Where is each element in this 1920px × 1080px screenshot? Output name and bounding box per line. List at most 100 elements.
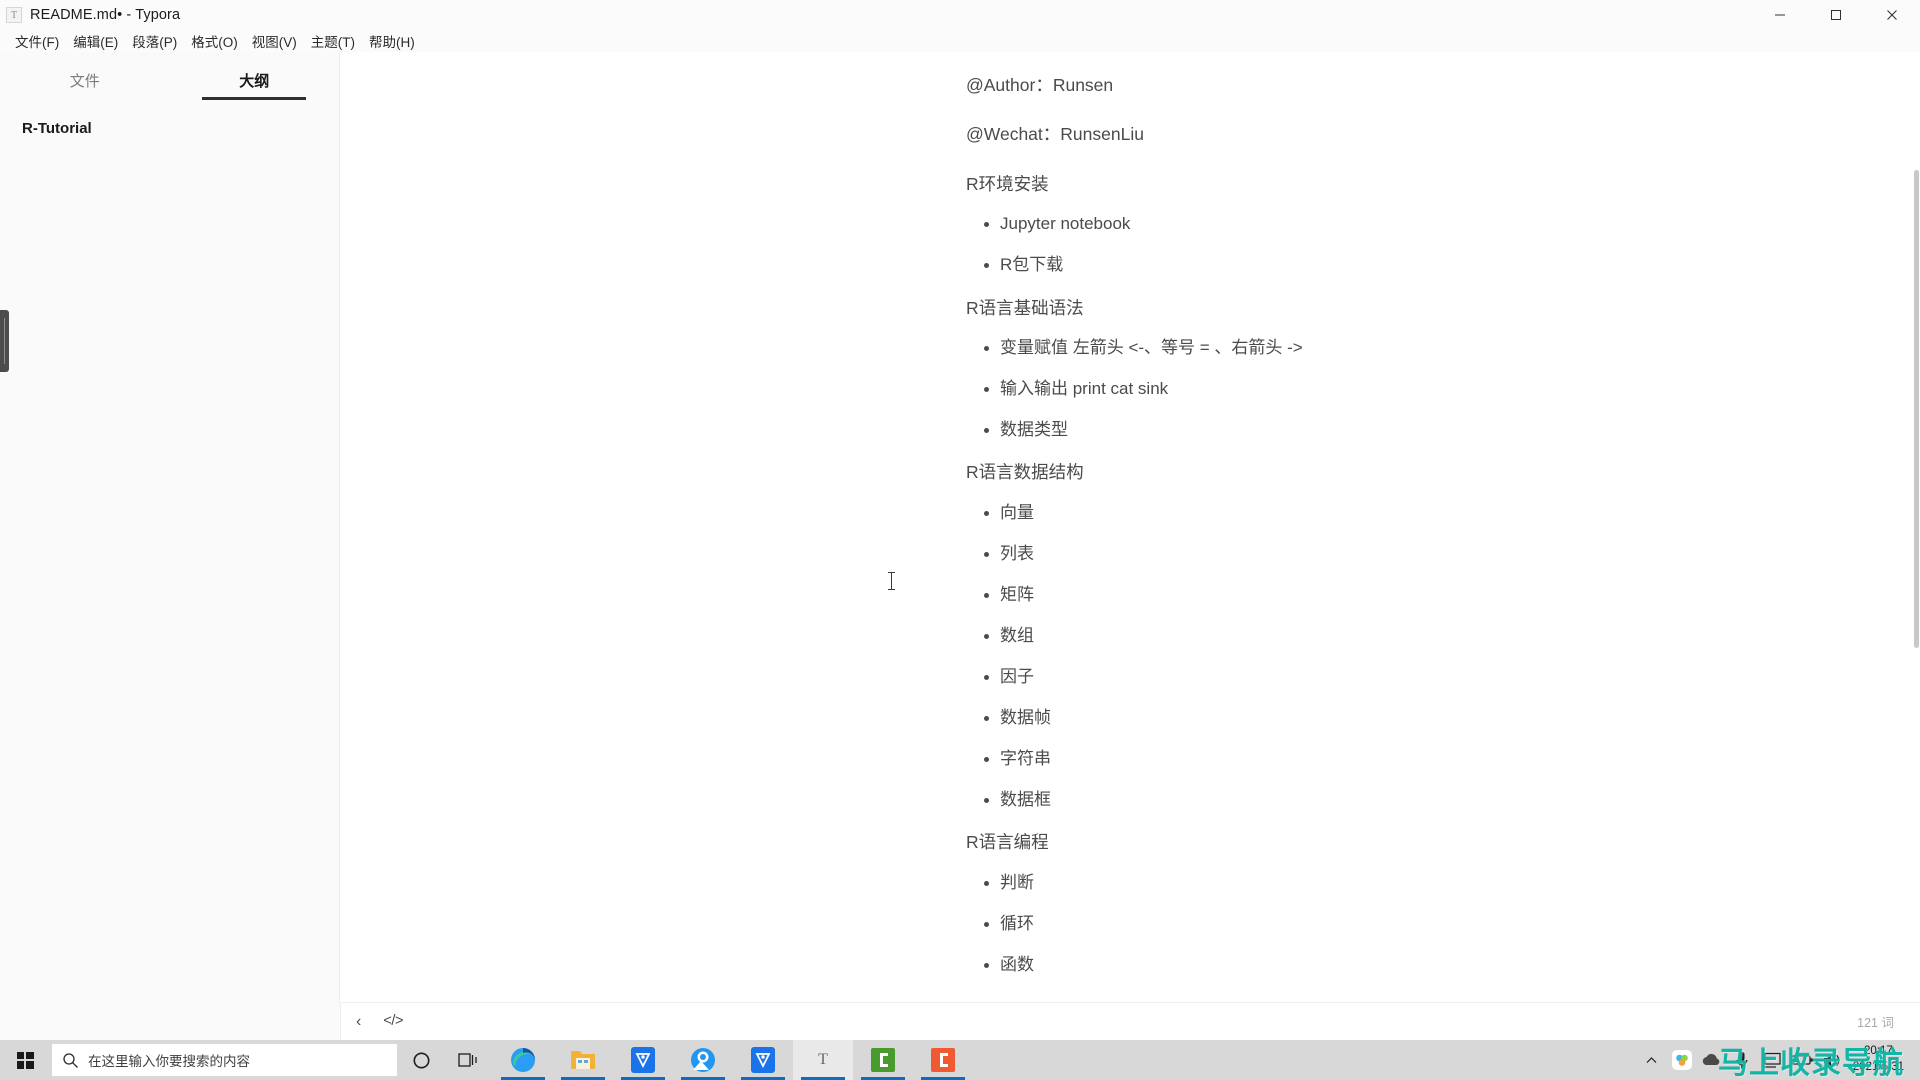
shield-app-icon bbox=[631, 1047, 655, 1073]
windows-logo-icon bbox=[16, 1051, 34, 1069]
list-item: 输入输出 print cat sink bbox=[966, 378, 1920, 400]
taskbar-app-typora[interactable]: T bbox=[793, 1040, 853, 1080]
paragraph-r-programming: R语言编程 bbox=[966, 832, 1049, 853]
close-button[interactable] bbox=[1864, 0, 1920, 30]
list-item: Jupyter notebook bbox=[966, 213, 1920, 235]
word-count[interactable]: 121 词 bbox=[1857, 1012, 1920, 1031]
tab-outline[interactable]: 大纲 bbox=[170, 70, 340, 100]
onedrive-tray-button[interactable] bbox=[1697, 1040, 1727, 1080]
sidebar-toggle-button[interactable]: ‹ bbox=[356, 1013, 361, 1030]
list-r-data-structures: 向量 列表 矩阵 数组 因子 数据帧 字符串 数据框 bbox=[966, 502, 1920, 812]
microphone-tray-button[interactable] bbox=[1727, 1040, 1757, 1080]
editor-area[interactable]: @Author：Runsen @Wechat：RunsenLiu R环境安装 J… bbox=[341, 52, 1920, 1002]
list-item: 列表 bbox=[966, 543, 1920, 565]
list-item: 向量 bbox=[966, 502, 1920, 524]
task-view-icon bbox=[458, 1053, 477, 1067]
menu-edit[interactable]: 编辑(E) bbox=[66, 29, 125, 53]
status-bar-left: ‹ </> bbox=[341, 1013, 403, 1030]
list-item: 数据类型 bbox=[966, 419, 1920, 441]
taskbar-app-shield-2[interactable] bbox=[733, 1040, 793, 1080]
list-item: 字符串 bbox=[966, 748, 1920, 770]
maximize-button[interactable] bbox=[1808, 0, 1864, 30]
cloud-sync-icon bbox=[1671, 1050, 1692, 1070]
typora-window: T README.md• - Typora 文件(F) 编辑(E) 段落(P) … bbox=[0, 0, 1920, 1080]
orange-app-icon bbox=[931, 1048, 955, 1072]
menu-bar: 文件(F) 编辑(E) 段落(P) 格式(O) 视图(V) 主题(T) 帮助(H… bbox=[0, 30, 1920, 52]
tab-files[interactable]: 文件 bbox=[0, 70, 170, 100]
onedrive-icon bbox=[1702, 1053, 1720, 1065]
taskbar-app-file-explorer[interactable] bbox=[553, 1040, 613, 1080]
paragraph-r-data-structures: R语言数据结构 bbox=[966, 462, 1084, 483]
taskbar-app-edge[interactable] bbox=[493, 1040, 553, 1080]
edge-icon bbox=[511, 1048, 535, 1072]
paragraph-author: @Author：Runsen bbox=[966, 75, 1114, 95]
document-content[interactable]: @Author：Runsen @Wechat：RunsenLiu R环境安装 J… bbox=[966, 74, 1920, 996]
paragraph-r-basic-syntax: R语言基础语法 bbox=[966, 297, 1084, 318]
minimize-icon bbox=[1775, 14, 1785, 16]
show-hidden-icons-button[interactable] bbox=[1637, 1040, 1667, 1080]
title-bar: T README.md• - Typora bbox=[0, 0, 1920, 30]
system-tray: 20:17 2021/5/31 bbox=[1637, 1040, 1920, 1080]
chevron-up-icon bbox=[1646, 1056, 1657, 1063]
menu-view[interactable]: 视图(V) bbox=[245, 29, 304, 53]
clock-time: 20:17 bbox=[1864, 1045, 1893, 1058]
editor-scrollbar-track[interactable] bbox=[1913, 52, 1920, 1002]
list-item: 函数 bbox=[966, 954, 1920, 976]
paragraph-r-env-install: R环境安装 bbox=[966, 173, 1049, 194]
paragraph-wechat: @Wechat：RunsenLiu bbox=[966, 124, 1144, 145]
sidebar-tabs: 文件 大纲 bbox=[0, 52, 339, 100]
battery-icon bbox=[1791, 1055, 1813, 1065]
microphone-icon bbox=[1736, 1051, 1748, 1068]
list-item: 数据帧 bbox=[966, 707, 1920, 729]
list-item: R包下载 bbox=[966, 254, 1920, 276]
menu-help[interactable]: 帮助(H) bbox=[362, 29, 422, 53]
outline-list: R-Tutorial bbox=[0, 100, 339, 142]
file-explorer-icon bbox=[571, 1051, 595, 1069]
display-icon bbox=[1762, 1052, 1781, 1068]
browser-app-icon bbox=[691, 1048, 715, 1072]
taskbar-clock[interactable]: 20:17 2021/5/31 bbox=[1847, 1040, 1914, 1080]
cortana-circle-icon bbox=[413, 1052, 429, 1068]
task-view-button[interactable] bbox=[445, 1040, 493, 1080]
green-app-icon bbox=[871, 1048, 895, 1072]
outline-item-r-tutorial[interactable]: R-Tutorial bbox=[22, 116, 339, 142]
display-tray-button[interactable] bbox=[1757, 1040, 1787, 1080]
taskbar-app-browser[interactable] bbox=[673, 1040, 733, 1080]
typora-icon: T bbox=[818, 1051, 828, 1068]
list-item: 变量赋值 左箭头 <-、等号 = 、右箭头 -> bbox=[966, 337, 1920, 359]
source-code-toggle-button[interactable]: </> bbox=[383, 1014, 403, 1029]
window-title: README.md• - Typora bbox=[30, 7, 181, 23]
clock-date: 2021/5/31 bbox=[1852, 1061, 1904, 1073]
list-item: 数据框 bbox=[966, 789, 1920, 811]
sidebar-resize-grip bbox=[4, 318, 5, 364]
editor-scrollbar-thumb[interactable] bbox=[1914, 170, 1919, 648]
app-icon: T bbox=[6, 7, 22, 23]
list-item: 因子 bbox=[966, 666, 1920, 688]
volume-tray-button[interactable] bbox=[1817, 1040, 1847, 1080]
menu-theme[interactable]: 主题(T) bbox=[304, 29, 362, 53]
list-r-env-install: Jupyter notebook R包下载 bbox=[966, 213, 1920, 276]
list-item: 循环 bbox=[966, 913, 1920, 935]
taskbar-app-shield[interactable] bbox=[613, 1040, 673, 1080]
taskbar-app-orange[interactable] bbox=[913, 1040, 973, 1080]
volume-icon bbox=[1823, 1054, 1840, 1066]
taskbar-app-green[interactable] bbox=[853, 1040, 913, 1080]
menu-paragraph[interactable]: 段落(P) bbox=[125, 29, 184, 53]
maximize-icon bbox=[1831, 10, 1841, 20]
taskbar-search[interactable]: 在这里输入你要搜索的内容 bbox=[52, 1044, 397, 1076]
sidebar-resize-handle[interactable] bbox=[0, 310, 9, 372]
list-r-programming: 判断 循环 函数 bbox=[966, 872, 1920, 976]
status-bar-sidebar-fill bbox=[0, 1002, 341, 1040]
battery-tray-button[interactable] bbox=[1787, 1040, 1817, 1080]
menu-file[interactable]: 文件(F) bbox=[8, 29, 66, 53]
taskbar: 在这里输入你要搜索的内容 T 20:17 2021/5/31 bbox=[0, 1040, 1920, 1080]
minimize-button[interactable] bbox=[1752, 0, 1808, 30]
sidebar: 文件 大纲 R-Tutorial bbox=[0, 52, 340, 1002]
search-placeholder-text: 在这里输入你要搜索的内容 bbox=[88, 1054, 250, 1069]
cloud-sync-tray-button[interactable] bbox=[1667, 1040, 1697, 1080]
cortana-button[interactable] bbox=[397, 1040, 445, 1080]
start-button[interactable] bbox=[0, 1040, 50, 1080]
status-bar: ‹ </> 121 词 bbox=[341, 1002, 1920, 1040]
menu-format[interactable]: 格式(O) bbox=[184, 29, 245, 53]
text-cursor bbox=[888, 572, 895, 590]
